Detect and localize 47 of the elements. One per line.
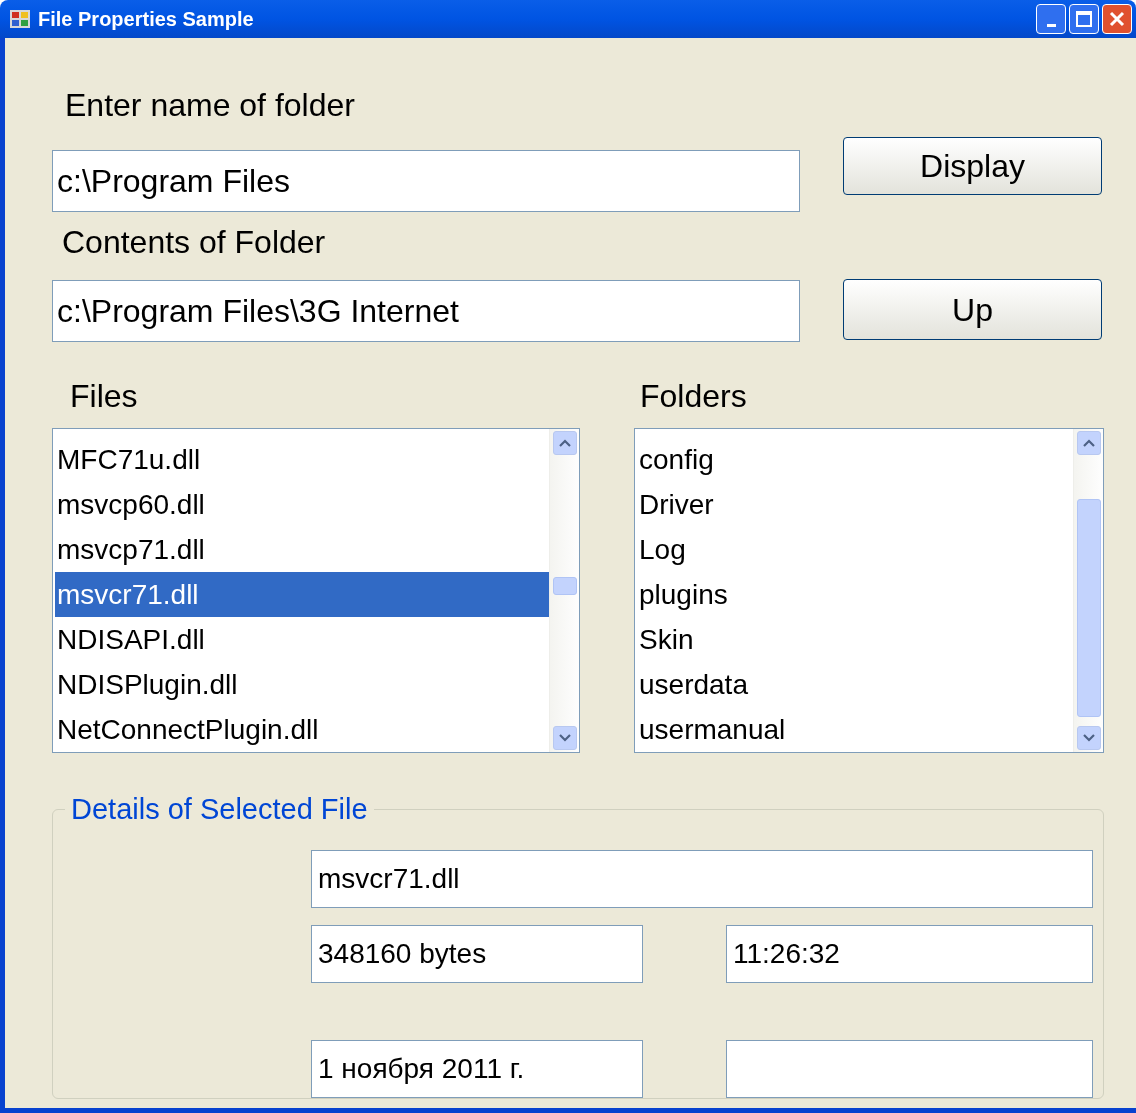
scrollbar-thumb[interactable] [1077, 499, 1101, 717]
list-label: Files [69, 377, 139, 416]
list-item[interactable]: Driver [637, 482, 1073, 527]
scrollbar-thumb[interactable] [553, 577, 577, 595]
text-field[interactable]: 348160 bytes [311, 925, 643, 983]
chevron-down-icon [1083, 734, 1095, 742]
list-item[interactable]: NDISPlugin.dll [55, 662, 549, 707]
text-field[interactable]: 1 ноября 2011 г. [311, 1040, 643, 1098]
text-field[interactable] [726, 1040, 1093, 1098]
window-icon [10, 10, 30, 28]
text-field[interactable]: 11:26:32 [726, 925, 1093, 983]
text-field[interactable]: msvcr71.dll [311, 850, 1093, 908]
close-button[interactable] [1102, 4, 1132, 34]
up-button[interactable]: Up [843, 279, 1102, 340]
folder-path-field[interactable]: c:\Program Files\3G Internet [52, 280, 800, 342]
display-button[interactable]: Display [843, 137, 1102, 195]
minimize-button[interactable] [1036, 4, 1066, 34]
scroll-up-button[interactable] [553, 431, 577, 455]
scrollbar[interactable] [549, 429, 579, 752]
list-box[interactable]: MFC71u.dll msvcp60.dll msvcp71.dll msvcr71.dll NDISAPI.dll NDISPlugin.dll NetConnectPlugin.dll [52, 428, 580, 753]
field-label: Contents of Folder [61, 223, 327, 262]
list-item[interactable]: msvcp71.dll [55, 527, 549, 572]
list-item[interactable]: usermanual [637, 707, 1073, 752]
list-item[interactable]: Log [637, 527, 1073, 572]
field-label: Enter name of folder [64, 86, 356, 125]
list-label: Folders [640, 377, 747, 416]
list-item[interactable]: config [637, 437, 1073, 482]
list-item[interactable]: NDISAPI.dll [55, 617, 549, 662]
list-item[interactable]: msvcr71.dll [55, 572, 549, 617]
scrollbar[interactable] [1073, 429, 1103, 752]
list-box[interactable]: config Driver Log plugins Skin userdata usermanual [634, 428, 1104, 753]
scroll-up-button[interactable] [1077, 431, 1101, 455]
window-title: File Properties Sample [38, 7, 254, 32]
folder-name-field[interactable]: c:\Program Files [52, 150, 800, 212]
maximize-button[interactable] [1069, 4, 1099, 34]
chevron-up-icon [559, 439, 571, 447]
scroll-down-button[interactable] [1077, 726, 1101, 750]
scroll-down-button[interactable] [553, 726, 577, 750]
chevron-up-icon [1083, 439, 1095, 447]
list-item[interactable]: msvcp60.dll [55, 482, 549, 527]
list-item[interactable]: MFC71u.dll [55, 437, 549, 482]
list-item[interactable]: NetConnectPlugin.dll [55, 707, 549, 752]
list-item[interactable]: plugins [637, 572, 1073, 617]
chevron-down-icon [559, 734, 571, 742]
close-icon [1109, 11, 1125, 27]
list-item[interactable]: userdata [637, 662, 1073, 707]
list-item[interactable]: Skin [637, 617, 1073, 662]
